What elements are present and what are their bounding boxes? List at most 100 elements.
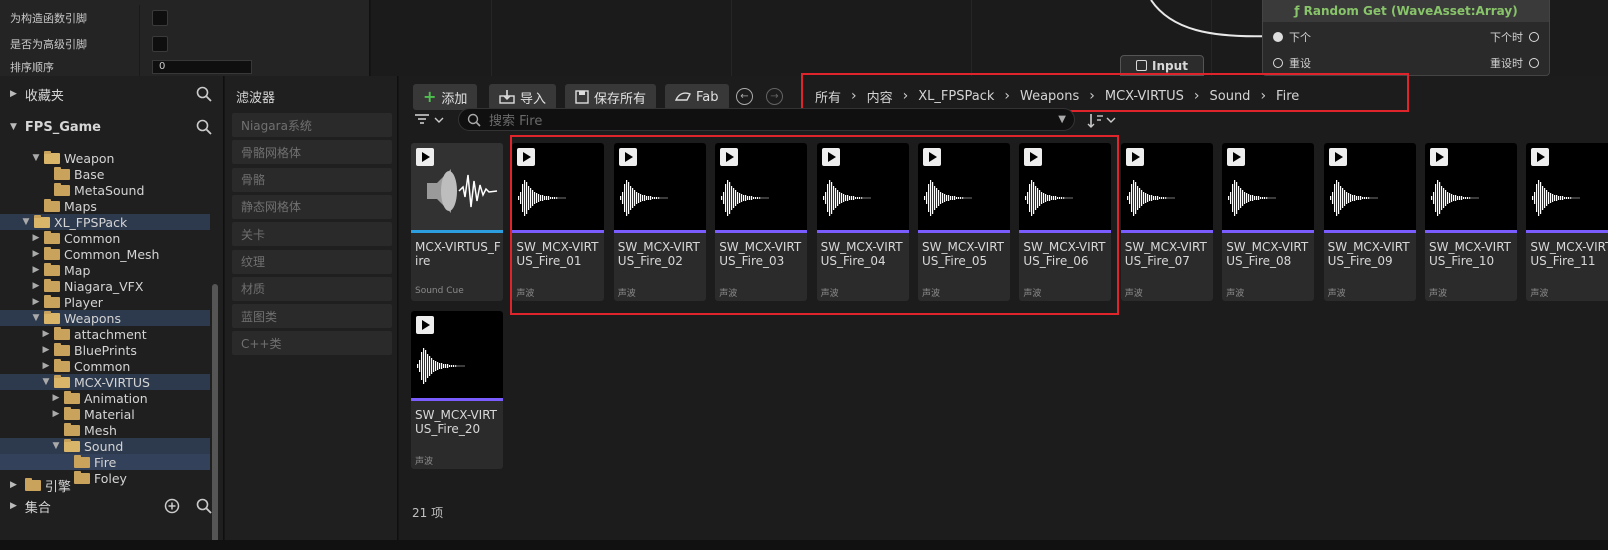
random-get-node[interactable]: ƒ Random Get (WaveAsset:Array) 下个 重设 下个时… — [1262, 0, 1550, 76]
tree-folder-xl-fpspack[interactable]: ▼ XL_FPSPack — [0, 214, 210, 230]
sound-wave-asset[interactable]: SW_MCX-VIRTUS_Fire_08 声波 — [1222, 143, 1315, 301]
play-icon[interactable] — [1328, 148, 1347, 166]
expand-arrow-icon[interactable]: ▶ — [40, 361, 52, 371]
tree-folder-maps[interactable]: Maps — [0, 198, 210, 214]
search-input[interactable]: 搜索 Fire ▼ — [458, 108, 1075, 131]
play-icon[interactable] — [720, 148, 739, 166]
tree-folder-common-mesh[interactable]: ▶ Common_Mesh — [0, 246, 210, 262]
breadcrumb-item[interactable]: MCX-VIRTUS — [1099, 89, 1190, 104]
constructor-pin-checkbox[interactable] — [152, 10, 168, 26]
expand-arrow-icon[interactable]: ▶ — [40, 329, 52, 339]
fab-button[interactable]: Fab — [665, 84, 729, 110]
tree-folder-blueprints[interactable]: ▶ BluePrints — [0, 342, 210, 358]
collapse-arrow-icon[interactable]: ▼ — [30, 313, 42, 323]
play-icon[interactable] — [517, 148, 536, 166]
pin-reset[interactable]: 重设 — [1273, 55, 1311, 71]
sound-wave-asset[interactable]: SW_MCX-VIRTUS_Fire_01 声波 — [512, 143, 605, 301]
sound-wave-asset[interactable]: SW_MCX-VIRTUS_Fire_10 声波 — [1425, 143, 1517, 301]
tree-folder-common[interactable]: ▶ Common — [0, 358, 210, 374]
tree-folder-animation[interactable]: ▶ Animation — [0, 390, 210, 406]
tree-folder-player[interactable]: ▶ Player — [0, 294, 210, 310]
sound-wave-asset[interactable]: SW_MCX-VIRTUS_Fire_03 声波 — [715, 143, 808, 301]
tree-folder-mcx-virtus[interactable]: ▼ MCX-VIRTUS — [0, 374, 210, 390]
play-icon[interactable] — [821, 148, 840, 166]
breadcrumb-item[interactable]: 所有 — [809, 87, 847, 106]
filter-item[interactable]: 骨骼网格体 — [232, 140, 392, 165]
play-icon[interactable] — [416, 148, 434, 166]
filter-item[interactable]: 骨骼 — [232, 167, 392, 192]
project-header[interactable]: ▼ FPS_Game — [0, 112, 224, 142]
filter-item[interactable]: 蓝图类 — [232, 304, 392, 329]
sound-wave-asset[interactable]: SW_MCX-VIRTUS_Fire_11 声波 — [1526, 143, 1608, 301]
forward-icon[interactable]: → — [766, 88, 783, 105]
search-icon[interactable] — [196, 86, 212, 102]
expand-arrow-icon[interactable]: ▶ — [30, 297, 42, 307]
import-button[interactable]: 导入 — [489, 84, 557, 110]
tree-folder-map[interactable]: ▶ Map — [0, 262, 210, 278]
expand-arrow-icon[interactable]: ▶ — [40, 345, 52, 355]
sound-wave-asset[interactable]: SW_MCX-VIRTUS_Fire_06 声波 — [1019, 143, 1112, 301]
expand-arrow-icon[interactable]: ▶ — [30, 281, 42, 291]
chevron-down-icon[interactable]: ▼ — [1058, 114, 1066, 125]
input-node[interactable]: Input — [1120, 55, 1204, 76]
play-icon[interactable] — [416, 316, 434, 334]
play-icon[interactable] — [618, 148, 637, 166]
filter-item[interactable]: Niagara系统 — [232, 113, 392, 137]
play-icon[interactable] — [923, 148, 941, 166]
tree-folder-base[interactable]: Base — [0, 166, 210, 182]
sort-order-field[interactable]: 0 — [152, 59, 252, 74]
filter-item[interactable]: 关卡 — [232, 222, 392, 247]
back-icon[interactable]: ← — [736, 88, 753, 105]
collapse-arrow-icon[interactable]: ▼ — [30, 153, 42, 163]
tree-folder-material[interactable]: ▶ Material — [0, 406, 210, 422]
expand-arrow-icon[interactable]: ▶ — [50, 409, 62, 419]
expand-arrow-icon[interactable]: ▶ — [50, 393, 62, 403]
tree-folder-niagara-vfx[interactable]: ▶ Niagara_VFX — [0, 278, 210, 294]
collapse-arrow-icon[interactable]: ▼ — [50, 441, 62, 451]
add-collection-icon[interactable] — [164, 498, 180, 514]
collections-header[interactable]: ▶ 集合 — [0, 491, 224, 521]
sound-cue-asset[interactable]: MCX-VIRTUS_Fire Sound Cue — [411, 143, 503, 301]
tree-folder-metasound[interactable]: MetaSound — [0, 182, 210, 198]
play-icon[interactable] — [1024, 148, 1043, 166]
tree-folder-weapons[interactable]: ▼ Weapons — [0, 310, 210, 326]
play-icon[interactable] — [1531, 148, 1550, 166]
expand-arrow-icon[interactable]: ▶ — [30, 233, 42, 243]
play-icon[interactable] — [1227, 148, 1246, 166]
expand-arrow-icon[interactable]: ▶ — [30, 265, 42, 275]
collapse-arrow-icon[interactable]: ▼ — [40, 377, 52, 387]
tree-folder-mesh[interactable]: Mesh — [0, 422, 210, 438]
filter-item[interactable]: 材质 — [232, 276, 392, 301]
tree-folder-common[interactable]: ▶ Common — [0, 230, 210, 246]
breadcrumb-item[interactable]: Fire — [1270, 89, 1305, 104]
tree-folder-fire[interactable]: Fire — [0, 454, 210, 470]
play-icon[interactable] — [1430, 148, 1448, 166]
tree-folder-sound[interactable]: ▼ Sound — [0, 438, 210, 454]
favorites-header[interactable]: ▶ 收藏夹 — [0, 79, 224, 109]
search-icon[interactable] — [196, 119, 212, 135]
pin-on-next[interactable]: 下个时 — [1490, 29, 1539, 45]
breadcrumb-item[interactable]: 内容 — [861, 87, 899, 106]
breadcrumb-item[interactable]: Weapons — [1014, 89, 1085, 104]
advanced-pin-checkbox[interactable] — [152, 36, 168, 52]
sound-wave-asset[interactable]: SW_MCX-VIRTUS_Fire_20 声波 — [411, 311, 503, 469]
expand-arrow-icon[interactable]: ▶ — [30, 249, 42, 259]
sound-wave-asset[interactable]: SW_MCX-VIRTUS_Fire_04 声波 — [816, 143, 909, 301]
filter-item[interactable]: C++类 — [232, 331, 392, 356]
pin-next[interactable]: 下个 — [1273, 29, 1311, 45]
sort-icon[interactable] — [1087, 113, 1119, 129]
breadcrumb-item[interactable]: Sound — [1204, 89, 1257, 104]
pin-on-reset[interactable]: 重设时 — [1490, 55, 1539, 71]
sound-wave-asset[interactable]: SW_MCX-VIRTUS_Fire_05 声波 — [918, 143, 1010, 301]
breadcrumb-item[interactable]: XL_FPSPack — [912, 89, 1000, 104]
sound-wave-asset[interactable]: SW_MCX-VIRTUS_Fire_02 声波 — [613, 143, 706, 301]
tree-folder-attachment[interactable]: ▶ attachment — [0, 326, 210, 342]
filter-menu-icon[interactable] — [414, 113, 448, 127]
collapse-arrow-icon[interactable]: ▼ — [20, 217, 32, 227]
sound-wave-asset[interactable]: SW_MCX-VIRTUS_Fire_07 声波 — [1120, 143, 1213, 301]
save-all-button[interactable]: 保存所有 — [565, 84, 657, 110]
sound-wave-asset[interactable]: SW_MCX-VIRTUS_Fire_09 声波 — [1323, 143, 1416, 301]
search-icon[interactable] — [196, 498, 212, 514]
filter-item[interactable]: 纹理 — [232, 249, 392, 274]
filter-item[interactable]: 静态网格体 — [232, 194, 392, 219]
